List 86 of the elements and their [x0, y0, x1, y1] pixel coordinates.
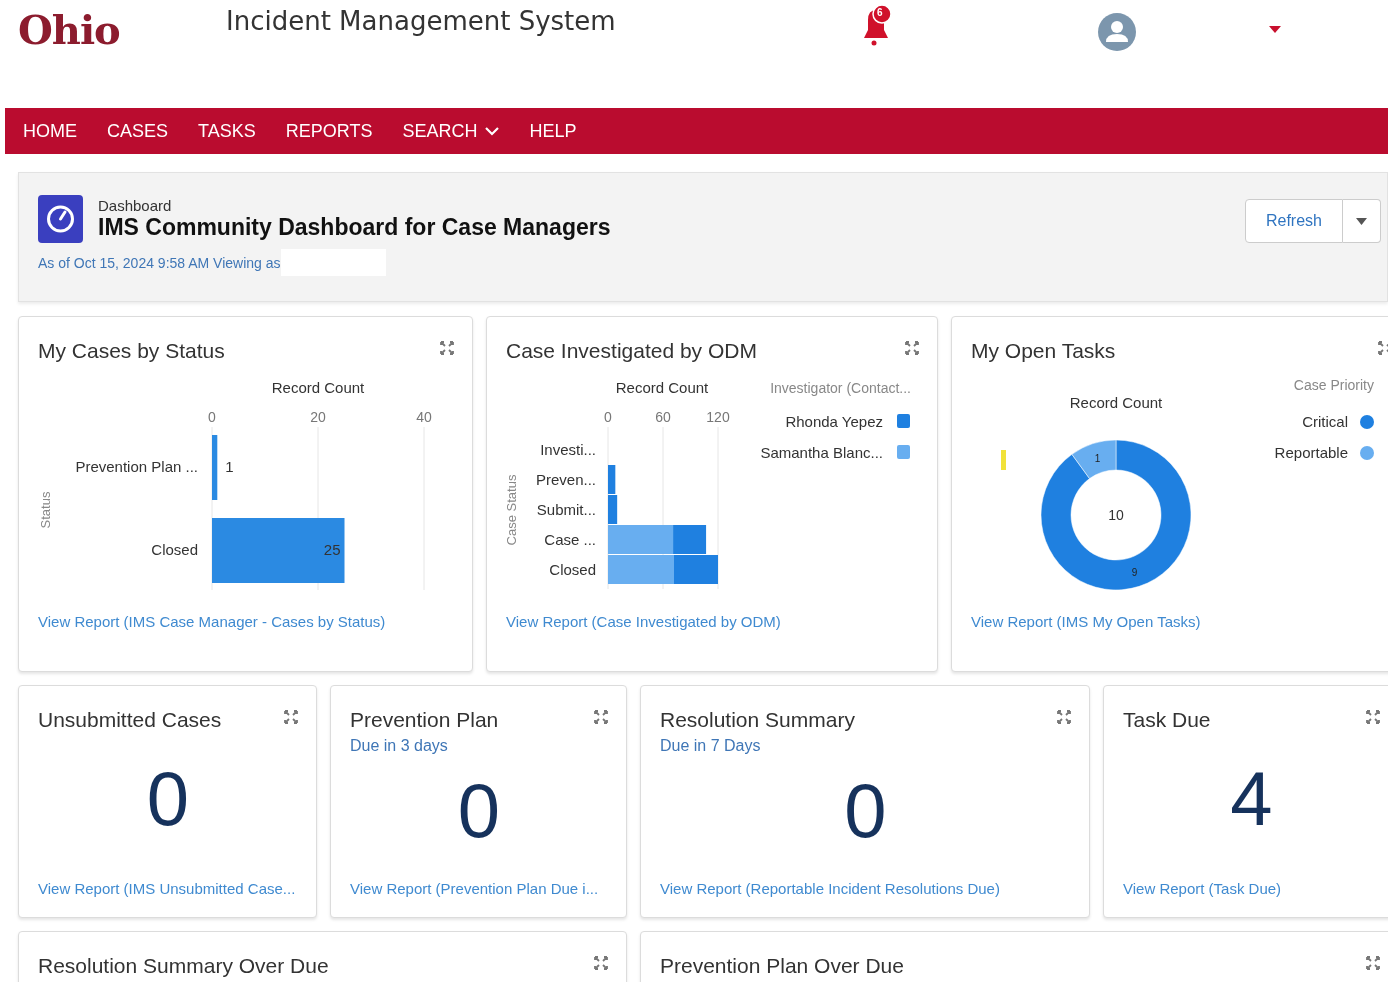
user-avatar-icon[interactable] [1098, 13, 1136, 51]
nav-link[interactable]: HOME [23, 120, 77, 142]
app-title: Incident Management System [226, 6, 616, 36]
dropdown-button[interactable] [1343, 199, 1381, 243]
expand-icon[interactable] [1057, 710, 1071, 724]
bar[interactable] [673, 525, 707, 554]
category-label: Preven... [535, 471, 596, 488]
card-title: My Cases by Status [38, 339, 225, 363]
as-of-text: As of Oct 15, 2024 9:58 AM Viewing as [38, 254, 281, 271]
total-label: 10 [1108, 507, 1124, 523]
category-label: Closed [549, 561, 596, 578]
dashboard-title: IMS Community Dashboard for Case Managers [98, 214, 611, 241]
expand-icon[interactable] [905, 341, 919, 355]
category-label: Case ... [544, 531, 596, 548]
bar[interactable] [212, 435, 218, 500]
view-report-link[interactable]: View Report (IMS Unsubmitted Case... [38, 880, 298, 897]
axis-title: Record Count [271, 379, 365, 396]
legend-title: Case Priority [1293, 377, 1374, 393]
view-report-link[interactable]: View Report (Reportable Incident Resolutions Due) [660, 880, 1071, 897]
tick-label: 20 [310, 409, 326, 425]
view-report-link[interactable]: View Report (Prevention Plan Due i... [350, 880, 608, 897]
gauge-icon [38, 195, 83, 243]
data-label: 25 [323, 541, 341, 558]
expand-icon[interactable] [284, 710, 298, 724]
bar[interactable] [608, 495, 618, 524]
category-label: Prevention Plan ... [75, 458, 198, 475]
tick-label: 120 [706, 409, 730, 425]
nav-link[interactable]: TASKS [198, 120, 256, 142]
view-report-link[interactable]: View Report (Task Due) [1123, 880, 1380, 897]
card-title: Unsubmitted Cases [38, 708, 222, 732]
nav-link[interactable]: CASES [107, 120, 169, 142]
axis-title: Status [38, 491, 53, 529]
view-report-link[interactable]: View Report (IMS My Open Tasks) [971, 613, 1388, 630]
chart-title: Record Count [1069, 394, 1163, 411]
legend-label: Critical [1302, 413, 1348, 430]
tick-label: 0 [604, 409, 612, 425]
dashboard-label: Dashboard [98, 197, 173, 214]
expand-icon[interactable] [1366, 956, 1380, 970]
axis-title: Record Count [615, 379, 709, 396]
card-title: Case Investigated by ODM [506, 339, 757, 363]
view-report-link[interactable]: View Report (IMS Case Manager - Cases by Status) [38, 613, 454, 630]
nav-link[interactable]: SEARCH [402, 120, 500, 142]
legend-label: Rhonda Yepez [785, 413, 883, 430]
bar[interactable] [608, 465, 616, 494]
expand-icon[interactable] [1366, 710, 1380, 724]
data-label: 1 [225, 458, 234, 475]
card-title: Prevention Plan Over Due [660, 954, 904, 978]
tick-label: 60 [655, 409, 671, 425]
legend-label: Samantha Blanc... [760, 444, 883, 461]
donut-slice[interactable] [1071, 439, 1117, 479]
nav-link[interactable]: HELP [529, 120, 577, 142]
metric-value: 0 [146, 761, 190, 837]
caret-icon[interactable] [1356, 217, 1367, 225]
legend-label: Reportable [1274, 444, 1348, 461]
metric-value: 0 [457, 772, 501, 849]
metric-value: 4 [1230, 761, 1273, 837]
ohio-logo[interactable]: Ohio [18, 6, 120, 53]
card-title: Resolution Summary [660, 708, 855, 732]
tick-label: 0 [208, 409, 216, 425]
nav-link[interactable]: REPORTS [285, 120, 373, 142]
category-label: Investi... [540, 441, 596, 458]
data-label: 1 [1094, 452, 1101, 464]
legend-title: Investigator (Contact... [770, 380, 911, 396]
expand-icon[interactable] [440, 341, 454, 355]
tick-label: 40 [416, 409, 432, 425]
metric-value: 0 [844, 772, 887, 849]
view-report-link[interactable]: View Report (Case Investigated by ODM) [506, 613, 919, 630]
category-label: Submit... [536, 501, 596, 518]
chevron-icon[interactable] [485, 126, 500, 136]
refresh-button[interactable]: Refresh [1244, 199, 1343, 243]
expand-icon[interactable] [1378, 341, 1388, 355]
expand-icon[interactable] [594, 710, 608, 724]
category-label: Closed [151, 541, 198, 558]
card-title: Prevention Plan [350, 708, 499, 732]
card-title: My Open Tasks [971, 339, 1116, 363]
donut-slice[interactable] [1040, 439, 1192, 591]
marker-icon [1001, 450, 1006, 470]
card-subtitle: Due in 7 Days [660, 737, 762, 755]
data-label: 9 [1131, 567, 1138, 579]
card-subtitle: Due in 3 days [350, 737, 449, 755]
expand-icon[interactable] [594, 956, 608, 970]
axis-title: Case Status [504, 474, 519, 546]
card-title: Resolution Summary Over Due [38, 954, 329, 978]
card-title: Task Due [1123, 708, 1211, 732]
notification-bell[interactable]: 6 [858, 4, 892, 48]
caret-icon[interactable] [1269, 26, 1281, 33]
